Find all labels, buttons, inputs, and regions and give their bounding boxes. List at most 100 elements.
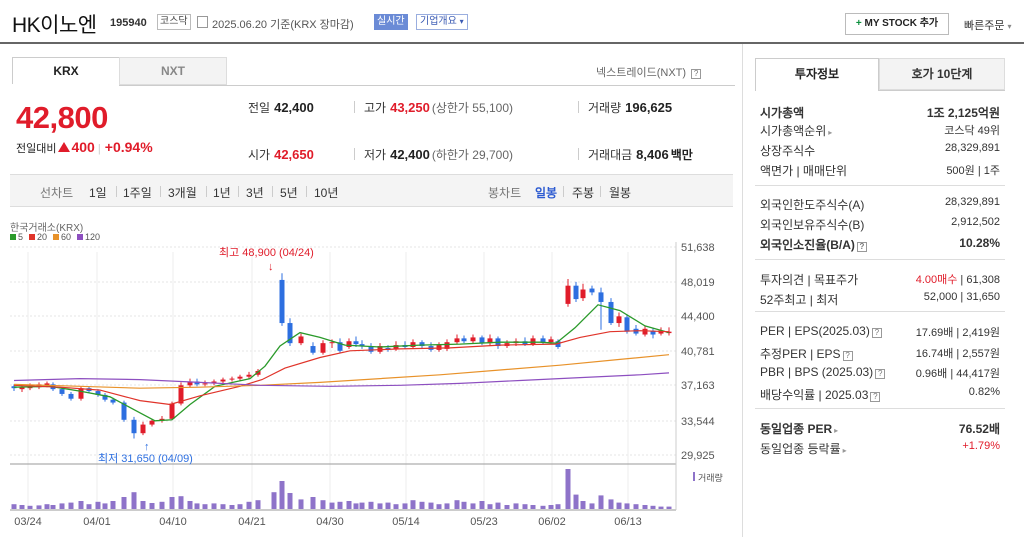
invest-info-value: +1.79% [962,440,1000,452]
nxt-link[interactable]: 넥스트레이드(NXT) ? [596,64,702,80]
divider [160,186,161,197]
volume-bar [346,501,352,509]
tab-order-book[interactable]: 호가 10단계 [879,58,1005,90]
invest-info-label: 시가총액 [760,106,805,120]
invest-info-label: PBR | BPS (2025.03)? [760,365,886,379]
period-3m[interactable]: 3개월 [168,184,197,201]
plus-icon: + [855,18,862,29]
stat-low: 저가 42,400 (하한가 29,700) [364,146,513,163]
volume-bar [237,504,243,509]
volume-bar [140,501,146,509]
stat-upper-limit: (상한가 55,100) [431,101,514,115]
volume-bar [513,503,519,509]
moving-average-line [13,304,670,422]
candle [454,334,460,345]
y-tick-label: 40,781 [681,346,715,358]
volume-legend-swatch [693,472,695,481]
period-10y[interactable]: 10년 [314,184,338,201]
volume-bar [624,503,630,509]
candle-chart-label: 봉차트 [488,186,522,200]
candle [410,339,416,349]
change-percent: +0.94% [104,139,153,155]
x-tick-label: 05/14 [392,516,420,528]
period-1d[interactable]: 1일 [89,184,107,201]
candle [608,298,614,325]
info-icon[interactable]: ? [871,328,882,338]
stat-volume-label: 거래량 [588,101,622,115]
volume-bar [287,493,293,509]
candle [487,334,493,347]
volume-bar [337,501,343,509]
period-5y[interactable]: 5년 [280,184,298,201]
volume-bar [608,499,614,509]
price-chart[interactable]: 51,638 48,019 44,400 40,781 37,163 33,544 29,9… [0,210,740,537]
volume-bar [540,505,546,509]
period-daily[interactable]: 일봉 [535,184,557,201]
mystock-add-button[interactable]: + MY STOCK 추가 [845,13,949,35]
candle [102,392,108,402]
volume-bar [650,505,656,509]
volume-bar [11,504,17,509]
invest-info-label: 추정PER | EPS? [760,345,853,362]
volume-bar [598,495,604,509]
y-tick-label: 48,019 [681,277,715,289]
volume-bar [187,501,193,509]
chevron-down-icon: ▾ [459,17,464,26]
period-1y[interactable]: 1년 [213,184,231,201]
candle [565,278,571,307]
candle [187,378,193,388]
period-weekly[interactable]: 주봉 [572,184,594,201]
stat-prev: 전일 42,400 [248,99,314,116]
period-monthly[interactable]: 월봉 [609,184,631,201]
volume-bar [68,502,74,509]
volume-bar [19,505,25,509]
stat-lower-limit: (하한가 29,700) [431,148,514,162]
divider [354,148,355,160]
volume-bar [428,502,434,509]
divider [755,185,1005,186]
stock-name: HK이노엔 [12,14,97,37]
invest-info-value: 16.74배 | 2,557원 [915,348,1000,360]
volume-bar [310,497,316,509]
stock-header: HK이노엔 195940 코스닥 2025.06.20 기준(KRX 장마감) … [0,0,1024,44]
candle [616,312,622,327]
volume-bar [580,501,586,509]
candle [402,341,408,349]
invest-info-value: 0.82% [968,386,1000,398]
tab-invest-info[interactable]: 투자정보 [755,58,879,90]
volume-bar [548,505,554,509]
invest-info-label: 액면가 | 매매단위 [760,164,848,178]
info-icon[interactable]: ? [875,369,886,379]
chevron-right-icon[interactable]: ▸ [834,426,838,435]
company-overview-dropdown[interactable]: 기업개요 ▾ [416,14,468,30]
candle [346,338,352,349]
invest-info-value: 17.69배 | 2,419원 [915,327,1000,339]
candle [220,377,226,384]
info-icon[interactable]: ? [856,242,867,252]
stat-high-value: 43,250 [390,100,430,115]
invest-info-value: 10.28% [959,236,1000,250]
tab-krx[interactable]: KRX [12,57,120,85]
volume-bar [211,503,217,509]
volume-bar [246,501,252,509]
info-icon[interactable]: ? [870,392,881,402]
stat-open-label: 시가 [248,148,271,162]
volume-bar [385,502,391,509]
candle [589,285,595,296]
tab-nxt[interactable]: NXT [119,57,227,85]
volume-bar [633,504,639,509]
info-icon[interactable]: ? [842,351,853,361]
divider [354,101,355,113]
stat-high: 고가 43,250 (상한가 55,100) [364,99,513,116]
realtime-button[interactable]: 실시간 [374,14,408,30]
volume-bar [368,501,374,509]
period-1w[interactable]: 1주일 [123,184,152,201]
candle [436,342,442,352]
volume-bar [461,501,467,509]
period-3y[interactable]: 3년 [246,184,264,201]
chevron-right-icon[interactable]: ▸ [828,128,832,137]
divider [755,408,1005,409]
chevron-right-icon[interactable]: ▸ [843,446,847,455]
quick-order-button[interactable]: 빠른주문 ▾ [964,17,1012,33]
volume-bar [202,504,208,509]
